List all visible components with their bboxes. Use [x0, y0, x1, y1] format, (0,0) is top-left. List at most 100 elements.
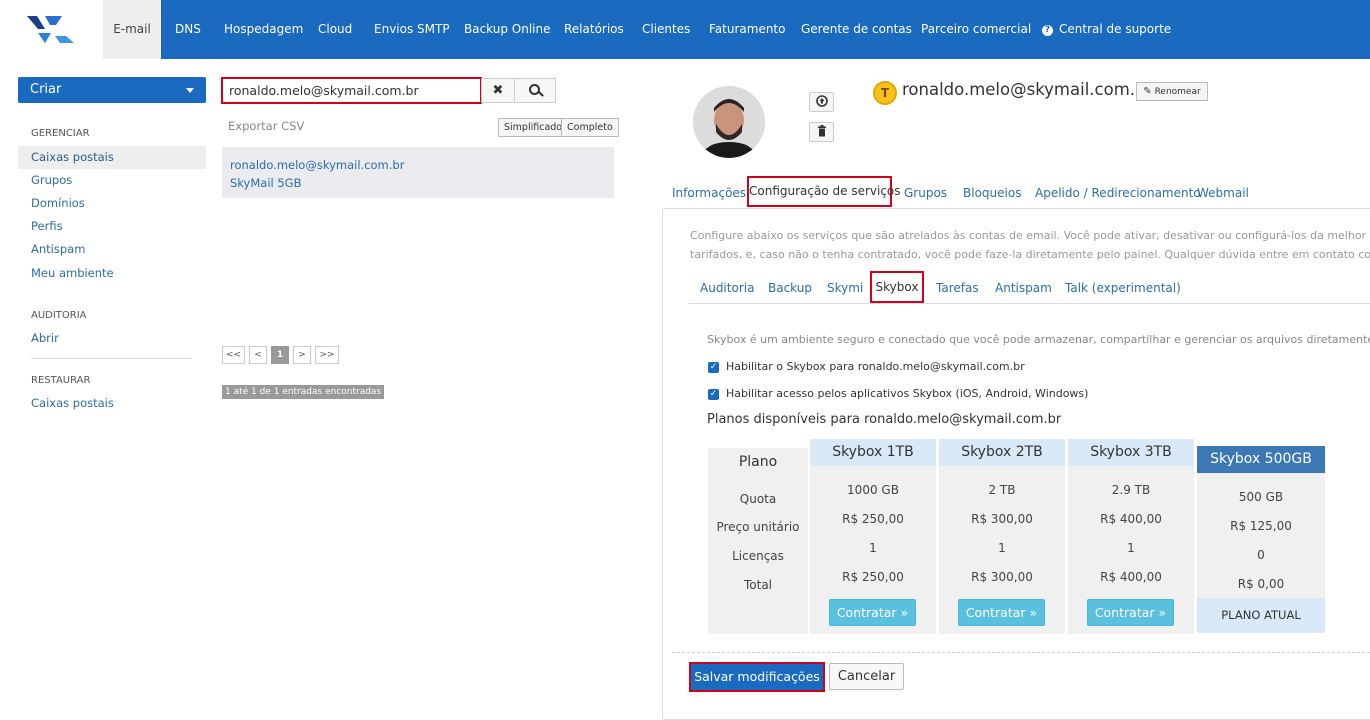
current-plan-badge: PLANO ATUAL — [1197, 598, 1325, 633]
subtab-skybox[interactable]: Skybox — [870, 271, 924, 303]
plan-card-500gb-current: Skybox 500GB 500 GB R$ 125,00 0 R$ 0,00 … — [1197, 446, 1325, 633]
nav-email[interactable]: E-mail — [103, 0, 161, 59]
user-photo-icon — [693, 86, 765, 158]
sidebar-item-dominios[interactable]: Domínios — [18, 192, 206, 215]
plan-price: R$ 300,00 — [971, 512, 1033, 526]
view-simple-button[interactable]: Simplificado — [498, 118, 569, 137]
row-label-quota: Quota — [739, 492, 777, 506]
plans-head-plano: Plano — [738, 454, 778, 470]
search-input[interactable]: ronaldo.melo@skymail.com.br — [221, 77, 482, 104]
plan-price: R$ 125,00 — [1230, 519, 1292, 533]
sidebar-item-abrir[interactable]: Abrir — [18, 327, 206, 350]
sidebar-item-perfis[interactable]: Perfis — [18, 215, 206, 238]
nav-dns[interactable]: DNS — [175, 0, 201, 59]
export-csv-link[interactable]: Exportar CSV — [228, 119, 304, 133]
nav-parceiro-comercial[interactable]: Parceiro comercial — [921, 0, 1031, 59]
user-status-icon: T — [873, 81, 897, 105]
plan-quota: 1000 GB — [847, 483, 899, 497]
nav-gerente-de-contas[interactable]: Gerente de contas — [801, 0, 912, 59]
delete-photo-button[interactable] — [809, 122, 834, 142]
tab-configuracao-servicos[interactable]: Configuração de serviços — [747, 176, 901, 207]
nav-faturamento[interactable]: Faturamento — [709, 0, 785, 59]
brand-logo[interactable] — [0, 0, 103, 59]
sidebar-head-audit: AUDITORIA — [31, 310, 87, 321]
rename-button[interactable]: ✎ Renomear — [1136, 82, 1208, 101]
contract-2tb-button[interactable]: Contratar » — [958, 599, 1045, 626]
pagination-prev[interactable]: < — [249, 346, 267, 364]
search-button[interactable] — [514, 78, 556, 103]
tab-informacoes[interactable]: Informações — [672, 186, 746, 200]
nav-backup-online[interactable]: Backup Online — [464, 0, 551, 59]
plan-card-2tb: Skybox 2TB 2 TB R$ 300,00 1 R$ 300,00 Co… — [939, 439, 1065, 634]
subtab-talk[interactable]: Talk (experimental) — [1065, 281, 1181, 295]
footer-divider — [672, 652, 1370, 653]
nav-cloud[interactable]: Cloud — [318, 0, 352, 59]
plan-name: Skybox 1TB — [832, 444, 914, 460]
upload-photo-button[interactable] — [809, 92, 834, 112]
pagination-current[interactable]: 1 — [271, 346, 289, 364]
nav-hospedagem[interactable]: Hospedagem — [224, 0, 303, 59]
cancel-button[interactable]: Cancelar — [829, 663, 904, 690]
sidebar-item-meu-ambiente[interactable]: Meu ambiente — [18, 262, 206, 285]
tab-bloqueios[interactable]: Bloqueios — [963, 186, 1021, 200]
sidebar-head-restore: RESTAURAR — [31, 375, 91, 386]
tab-grupos[interactable]: Grupos — [904, 186, 947, 200]
plan-name: Skybox 3TB — [1090, 444, 1172, 460]
contract-3tb-button[interactable]: Contratar » — [1087, 599, 1174, 626]
create-button-label: Criar — [30, 82, 62, 97]
result-plan: SkyMail 5GB — [230, 176, 302, 190]
pagination-last[interactable]: >> — [315, 346, 339, 364]
search-icon-handle — [538, 91, 544, 97]
skybox-description: Skybox é um ambiente seguro e conectado … — [707, 333, 1370, 346]
subtab-auditoria[interactable]: Auditoria — [700, 281, 754, 295]
plan-quota: 500 GB — [1238, 490, 1284, 504]
caret-down-icon — [186, 88, 194, 93]
plan-licenses: 1 — [869, 541, 877, 555]
sidebar-divider — [31, 358, 192, 359]
sidebar-item-caixas-postais[interactable]: Caixas postais — [18, 146, 206, 169]
sidebar-head-manage: GERENCIAR — [31, 128, 90, 139]
view-full-button[interactable]: Completo — [561, 118, 619, 137]
tab-webmail[interactable]: Webmail — [1197, 186, 1249, 200]
trash-icon — [817, 125, 826, 137]
nav-clientes[interactable]: Clientes — [642, 0, 690, 59]
rename-button-label: Renomear — [1154, 87, 1201, 97]
plans-row-labels: Plano Quota Preço unitário Licenças Tota… — [708, 448, 808, 634]
sidebar-item-antispam[interactable]: Antispam — [18, 238, 206, 261]
nav-relatorios[interactable]: Relatórios — [564, 0, 624, 59]
services-description-line-2: tarifados, e, caso não o tenha contratad… — [690, 248, 1370, 261]
tab-apelido-redirecionamento[interactable]: Apelido / Redirecionamento — [1035, 186, 1201, 200]
pagination-first[interactable]: << — [222, 346, 245, 364]
enable-apps-checkbox[interactable]: ✓ — [708, 389, 719, 400]
sidebar-item-grupos[interactable]: Grupos — [18, 169, 206, 192]
subtab-tarefas[interactable]: Tarefas — [936, 281, 979, 295]
result-email[interactable]: ronaldo.melo@skymail.com.br — [230, 156, 606, 174]
logo-icon — [27, 16, 74, 43]
sidebar-item-restore-caixas-postais[interactable]: Caixas postais — [18, 392, 206, 415]
create-button[interactable]: Criar — [18, 77, 206, 103]
clear-search-button[interactable]: ✖ — [481, 78, 515, 103]
nav-central-de-suporte-label: Central de suporte — [1059, 22, 1172, 36]
save-button[interactable]: Salvar modificações — [689, 662, 825, 692]
contract-1tb-button[interactable]: Contratar » — [829, 599, 916, 626]
subtab-skymi[interactable]: Skymi — [827, 281, 863, 295]
plans-title: Planos disponíveis para ronaldo.melo@sky… — [707, 412, 1062, 427]
services-description-line-1: Configure abaixo os serviços que são atr… — [690, 229, 1370, 242]
pagination-next[interactable]: > — [293, 346, 311, 364]
row-label-total: Total — [743, 578, 773, 592]
enable-skybox-checkbox[interactable]: ✓ — [708, 362, 719, 373]
plan-price: R$ 400,00 — [1100, 512, 1162, 526]
plan-quota: 2.9 TB — [1111, 483, 1151, 497]
nav-envios-smtp[interactable]: Envios SMTP — [374, 0, 450, 59]
plan-total: R$ 250,00 — [842, 570, 904, 584]
result-row[interactable]: ronaldo.melo@skymail.com.br SkyMail 5GB — [222, 147, 614, 198]
plan-licenses: 1 — [998, 541, 1006, 555]
avatar — [693, 86, 765, 158]
nav-central-de-suporte[interactable]: ? Central de suporte — [1042, 0, 1171, 59]
plan-name: Skybox 2TB — [961, 444, 1043, 460]
subtab-antispam[interactable]: Antispam — [995, 281, 1052, 295]
plan-quota: 2 TB — [988, 483, 1016, 497]
plan-licenses: 0 — [1257, 548, 1265, 562]
subtab-backup[interactable]: Backup — [768, 281, 812, 295]
row-label-licencas: Licenças — [732, 549, 784, 563]
